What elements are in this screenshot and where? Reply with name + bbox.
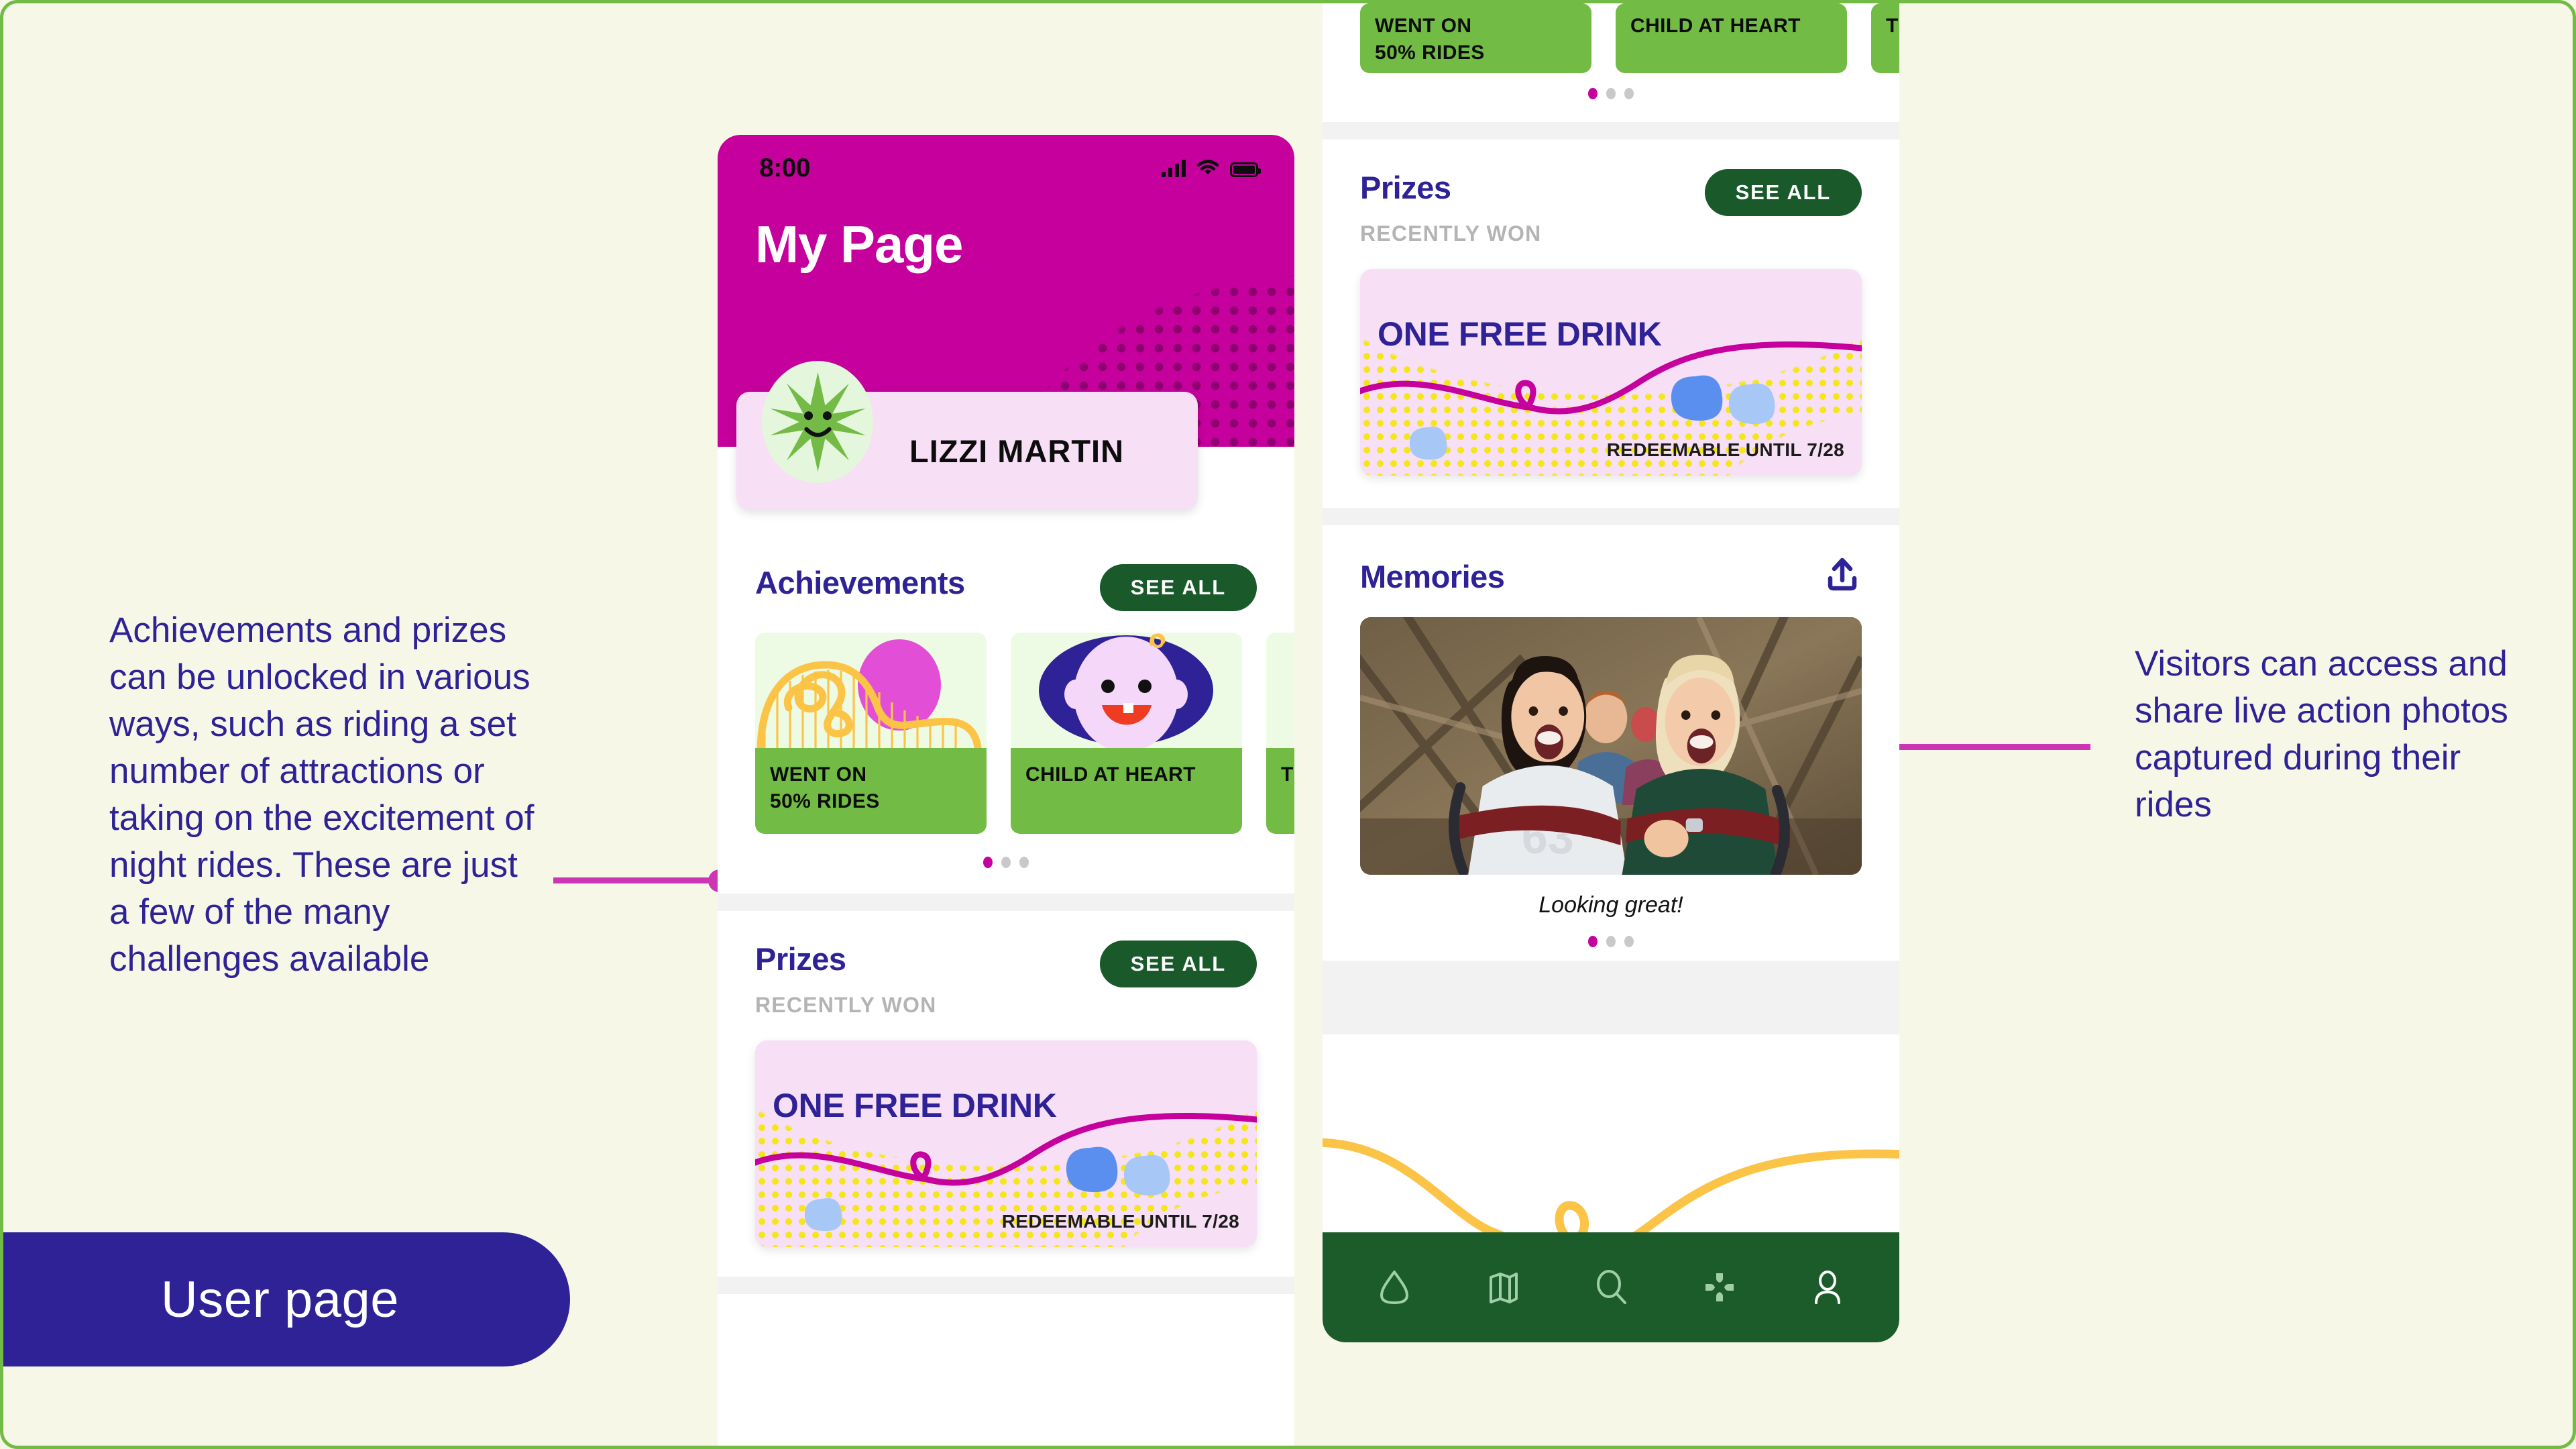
games-dpad-icon — [1705, 1273, 1734, 1301]
pager-dot[interactable] — [983, 857, 993, 868]
achievements-see-all-button[interactable]: SEE ALL — [1099, 564, 1257, 611]
prizes-section: Prizes SEE ALL RECENTLY WON ONE FREE DRI… — [718, 911, 1294, 1277]
achievements-carousel[interactable]: WENT ON 50% RIDES CHILD AT HEART T — [1323, 3, 1899, 73]
map-icon — [1490, 1273, 1518, 1303]
nav-item-profile[interactable] — [1795, 1255, 1860, 1320]
share-upload-button[interactable] — [1823, 556, 1862, 597]
signal-icon — [1162, 160, 1186, 177]
avatar — [762, 361, 873, 483]
achievement-card[interactable]: WENT ON 50% RIDES — [1360, 3, 1591, 73]
annotation-right-text: Visitors can access and share live actio… — [2135, 644, 2508, 824]
prize-card[interactable]: ONE FREE DRINK REDEEMABLE UNTIL 7/28 — [755, 1040, 1257, 1247]
prize-card[interactable]: ONE FREE DRINK REDEEMABLE UNTIL 7/28 — [1360, 269, 1862, 476]
prizes-see-all-button[interactable]: SEE ALL — [1704, 169, 1862, 216]
nav-item-games[interactable] — [1687, 1255, 1752, 1320]
prizes-see-all-button[interactable]: SEE ALL — [1099, 941, 1257, 987]
two-women-on-rollercoaster-photo: 63 — [1360, 617, 1862, 875]
profile-card[interactable]: LIZZI MARTIN — [736, 361, 1198, 510]
user-page-label-pill: User page — [3, 1232, 570, 1366]
achievements-carousel[interactable]: WENT ON 50% RIDES CHILD AT HEART T — [718, 633, 1294, 834]
memories-pager[interactable] — [1323, 918, 1899, 947]
user-page-label-text: User page — [160, 1271, 400, 1328]
prize-expiry-note: REDEEMABLE UNTIL 7/28 — [1606, 439, 1844, 460]
poster-canvas: Achievements and prizes can be unlocked … — [0, 0, 2576, 1449]
achievement-card-label: CHILD AT HEART — [1616, 3, 1847, 73]
nav-item-home[interactable] — [1362, 1255, 1426, 1320]
prize-expiry-note: REDEEMABLE UNTIL 7/28 — [1001, 1211, 1239, 1232]
prizes-section: Prizes SEE ALL RECENTLY WON ONE FREE DRI… — [1323, 140, 1899, 508]
profile-person-icon — [1815, 1271, 1841, 1304]
section-divider — [1323, 508, 1899, 525]
prizes-title: Prizes — [755, 941, 846, 977]
section-divider — [1323, 961, 1899, 1034]
home-icon — [1380, 1271, 1408, 1304]
wifi-icon — [1196, 160, 1219, 174]
nav-item-map[interactable] — [1470, 1255, 1534, 1320]
partial-art-icon — [1266, 633, 1294, 748]
connector-line-right — [1881, 744, 2090, 750]
achievements-title: Achievements — [755, 565, 965, 600]
achievements-section: Achievements SEE ALL WENT ON 50% RIDES C… — [718, 447, 1294, 894]
share-upload-icon — [1828, 557, 1857, 591]
status-clock: 8:00 — [759, 154, 811, 182]
section-divider — [718, 1277, 1294, 1294]
achievement-card[interactable]: T — [1266, 633, 1294, 834]
pager-dot[interactable] — [1588, 936, 1598, 947]
annotation-left-text: Achievements and prizes can be unlocked … — [109, 610, 535, 979]
memories-section: Memories 63 Looking great! — [1323, 525, 1899, 961]
baby-face-art-icon — [1011, 633, 1242, 748]
pager-dot[interactable] — [1624, 936, 1634, 947]
profile-name: LIZZI MARTIN — [909, 433, 1125, 469]
nav-item-search[interactable] — [1579, 1255, 1643, 1320]
memory-photo[interactable]: 63 — [1360, 617, 1862, 875]
search-icon — [1596, 1270, 1626, 1304]
prizes-subtitle: RECENTLY WON — [755, 993, 937, 1017]
achievement-card[interactable]: CHILD AT HEART — [1011, 633, 1242, 834]
achievement-card-label: T — [1266, 748, 1294, 834]
pager-dot[interactable] — [1606, 88, 1616, 99]
prizes-title: Prizes — [1360, 170, 1451, 205]
smiling-star-avatar-icon — [769, 372, 866, 472]
memories-title: Memories — [1360, 559, 1505, 594]
page-title: My Page — [755, 215, 963, 274]
achievement-card[interactable]: CHILD AT HEART — [1616, 3, 1847, 73]
connector-line-left — [553, 877, 720, 883]
phone-right-screen: WENT ON 50% RIDES CHILD AT HEART T Prizes… — [1323, 3, 1899, 1342]
section-divider — [1323, 122, 1899, 140]
phone-left-screen: 8:00 My Page LIZZI MARTIN Achievements S… — [718, 135, 1294, 1446]
battery-icon — [1230, 162, 1261, 177]
bottom-navigation — [1323, 1232, 1899, 1342]
achievements-section-tail: WENT ON 50% RIDES CHILD AT HEART T — [1323, 3, 1899, 122]
achievements-pager[interactable] — [1323, 73, 1899, 99]
section-divider — [718, 894, 1294, 911]
memory-caption: Looking great! — [1538, 892, 1683, 918]
achievements-pager[interactable] — [718, 834, 1294, 868]
prizes-subtitle: RECENTLY WON — [1360, 221, 1542, 246]
pager-dot[interactable] — [1588, 88, 1598, 99]
achievement-card-label: CHILD AT HEART — [1011, 748, 1242, 834]
rollercoaster-art-icon — [755, 633, 987, 748]
pager-dot[interactable] — [1019, 857, 1029, 868]
prize-title: ONE FREE DRINK — [773, 1087, 1057, 1124]
achievement-card-label: WENT ON 50% RIDES — [755, 748, 987, 834]
pager-dot[interactable] — [1624, 88, 1634, 99]
achievement-card[interactable]: WENT ON 50% RIDES — [755, 633, 987, 834]
achievement-card[interactable]: T — [1871, 3, 1899, 73]
achievement-card-label: T — [1871, 3, 1899, 73]
achievement-card-label: WENT ON 50% RIDES — [1360, 3, 1591, 73]
pager-dot[interactable] — [1001, 857, 1011, 868]
prize-title: ONE FREE DRINK — [1378, 315, 1662, 353]
pager-dot[interactable] — [1606, 936, 1616, 947]
status-bar: 8:00 — [718, 154, 1294, 183]
